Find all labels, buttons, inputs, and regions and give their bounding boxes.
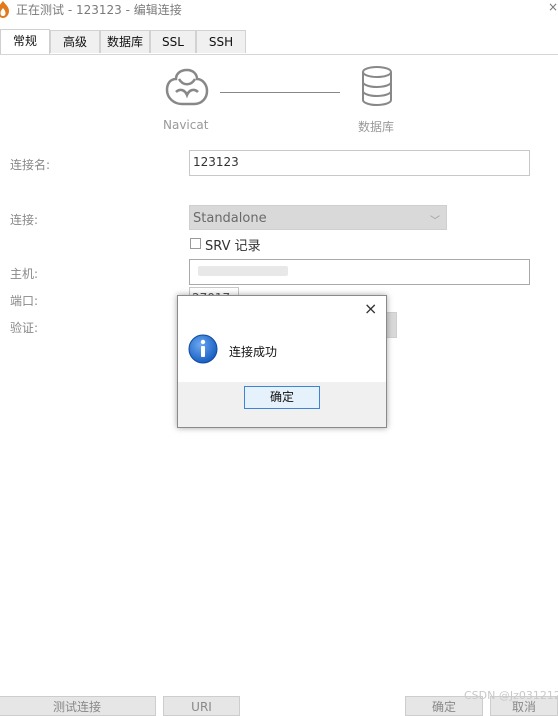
tab-ssl[interactable]: SSL	[150, 30, 196, 53]
tab-ssh[interactable]: SSH	[196, 30, 246, 53]
navicat-app-icon	[0, 1, 9, 18]
info-icon	[188, 334, 218, 364]
connection-name-label: 连接名:	[10, 158, 51, 172]
chevron-down-icon: ﹀	[430, 216, 440, 227]
navicat-label: Navicat	[163, 118, 209, 132]
host-input[interactable]	[189, 259, 530, 285]
tab-database[interactable]: 数据库	[100, 30, 150, 53]
dialog-close-icon[interactable]: ×	[364, 299, 377, 318]
watermark: CSDN @Jz031212	[464, 689, 558, 702]
dialog-ok-button[interactable]: 确定	[244, 386, 320, 409]
uri-button[interactable]: URI	[163, 696, 240, 716]
tab-advanced[interactable]: 高级	[50, 30, 100, 53]
tab-bar: 常规 高级 数据库 SSL SSH	[0, 29, 558, 55]
navicat-logo-icon	[165, 68, 209, 106]
connection-type-value: Standalone	[193, 211, 267, 226]
title-bar: 正在测试 - 123123 - 编辑连接 ×	[0, 0, 558, 20]
dialog-message: 连接成功	[229, 345, 278, 359]
connection-name-value: 123123	[193, 155, 239, 169]
database-icon	[362, 66, 392, 106]
auth-select-edge[interactable]	[386, 312, 397, 338]
database-label: 数据库	[358, 120, 395, 134]
auth-label: 验证:	[10, 321, 39, 335]
connection-label: 连接:	[10, 213, 39, 227]
connection-line	[220, 92, 340, 93]
host-label: 主机:	[10, 267, 39, 281]
dialog-titlebar	[178, 296, 386, 324]
tab-general[interactable]: 常规	[0, 29, 50, 54]
connection-name-input[interactable]: 123123	[189, 150, 530, 176]
srv-label: SRV 记录	[205, 239, 261, 254]
window-close-button[interactable]: ×	[548, 0, 558, 14]
srv-checkbox[interactable]	[190, 238, 201, 249]
port-label: 端口:	[10, 294, 39, 308]
connection-type-select[interactable]: Standalone ﹀	[189, 205, 447, 230]
test-connection-button[interactable]: 测试连接	[0, 696, 156, 716]
redacted-host-text	[198, 266, 288, 276]
window-title: 正在测试 - 123123 - 编辑连接	[16, 3, 182, 17]
success-dialog: × 连接成功 确定	[177, 295, 387, 428]
